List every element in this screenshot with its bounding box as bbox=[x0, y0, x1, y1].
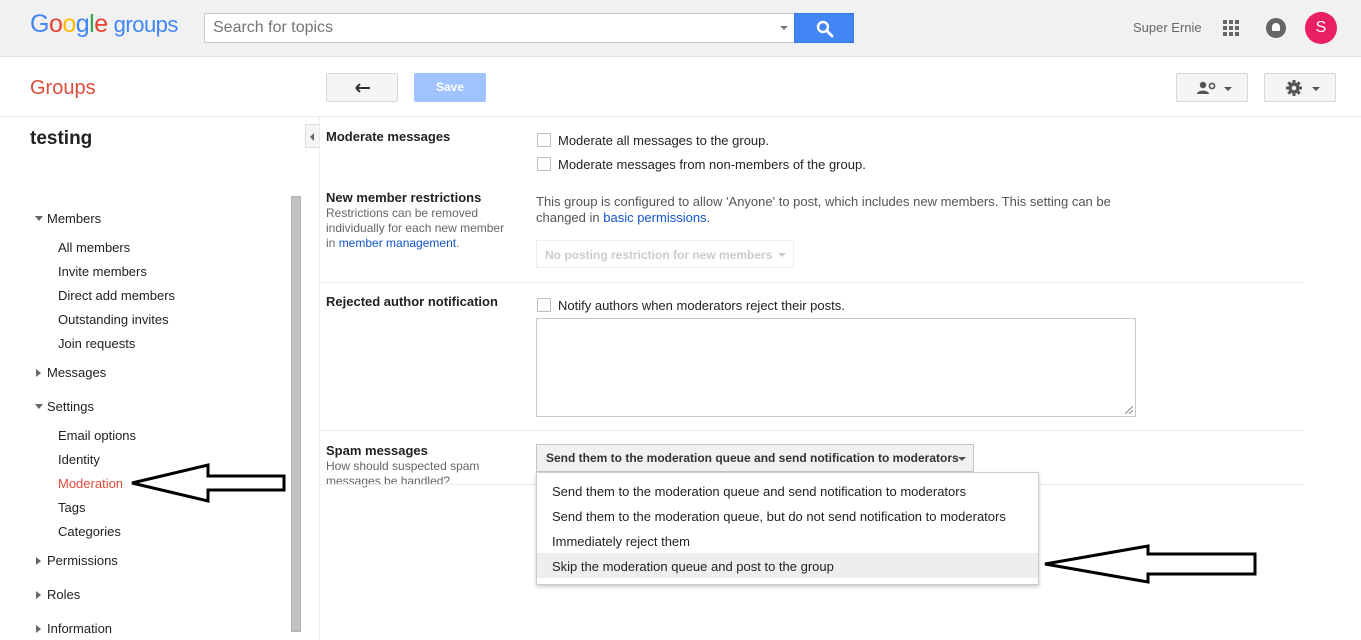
members-menu-button[interactable] bbox=[1176, 73, 1248, 102]
header-divider bbox=[0, 116, 1361, 117]
collapse-sidebar-icon[interactable] bbox=[305, 124, 319, 148]
google-groups-logo[interactable]: Google groups bbox=[30, 10, 178, 39]
sidebar-scrollbar[interactable] bbox=[291, 196, 301, 632]
save-button[interactable]: Save bbox=[414, 73, 486, 102]
moderate-all-checkbox[interactable] bbox=[537, 133, 551, 147]
new-member-restrictions-label: New member restrictions bbox=[326, 190, 482, 205]
spam-option-queue-notify[interactable]: Send them to the moderation queue and se… bbox=[537, 478, 1038, 503]
chevron-down-icon bbox=[1312, 87, 1320, 91]
sidebar-item-invite-members[interactable]: Invite members bbox=[58, 264, 147, 279]
top-bar: Googlegroups Super Ernie S bbox=[0, 0, 1361, 57]
back-button[interactable] bbox=[326, 73, 398, 102]
new-member-restrictions-description: Restrictions can be removed individually… bbox=[326, 206, 516, 251]
sidebar-section-information[interactable]: Information bbox=[30, 621, 112, 636]
member-management-link[interactable]: member management bbox=[339, 236, 456, 250]
new-member-desc-suffix: . bbox=[456, 236, 460, 250]
spam-handling-menu: Send them to the moderation queue and se… bbox=[536, 472, 1039, 585]
search-button[interactable] bbox=[794, 13, 854, 43]
chevron-down-icon bbox=[778, 253, 786, 257]
sidebar-item-categories[interactable]: Categories bbox=[58, 524, 121, 539]
spam-handling-dropdown[interactable]: Send them to the moderation queue and se… bbox=[536, 444, 974, 472]
spam-handling-selected: Send them to the moderation queue and se… bbox=[546, 451, 959, 465]
sidebar-item-tags[interactable]: Tags bbox=[58, 500, 85, 515]
sidebar-divider bbox=[319, 117, 320, 640]
sidebar-item-direct-add-members[interactable]: Direct add members bbox=[58, 288, 175, 303]
sidebar-item-all-members[interactable]: All members bbox=[58, 240, 130, 255]
annotation-arrow-left-icon bbox=[131, 463, 286, 503]
resize-handle-icon[interactable] bbox=[1125, 406, 1133, 414]
group-name[interactable]: testing bbox=[30, 128, 92, 150]
chevron-down-icon bbox=[958, 457, 966, 461]
annotation-arrow-right-icon bbox=[1044, 544, 1257, 584]
search-icon bbox=[816, 20, 834, 38]
rejected-author-label: Rejected author notification bbox=[326, 294, 498, 309]
moderate-messages-label: Moderate messages bbox=[326, 129, 451, 144]
apps-grid-icon[interactable] bbox=[1223, 20, 1239, 36]
sidebar-section-messages[interactable]: Messages bbox=[30, 365, 106, 380]
sidebar-section-permissions[interactable]: Permissions bbox=[30, 553, 118, 568]
sidebar-item-email-options[interactable]: Email options bbox=[58, 428, 136, 443]
notify-authors-label[interactable]: Notify authors when moderators reject th… bbox=[558, 298, 845, 313]
new-member-restriction-dropdown: No posting restriction for new members bbox=[536, 240, 794, 268]
moderate-all-checkbox-row[interactable]: Moderate all messages to the group. bbox=[537, 133, 769, 148]
notify-authors-checkbox-row[interactable]: Notify authors when moderators reject th… bbox=[537, 298, 845, 313]
moderate-all-label[interactable]: Moderate all messages to the group. bbox=[558, 133, 769, 148]
moderate-nonmembers-checkbox[interactable] bbox=[537, 157, 551, 171]
moderate-nonmembers-label[interactable]: Moderate messages from non-members of th… bbox=[558, 157, 866, 172]
add-person-icon bbox=[1197, 81, 1216, 94]
section-divider bbox=[320, 282, 1304, 283]
moderate-nonmembers-checkbox-row[interactable]: Moderate messages from non-members of th… bbox=[537, 157, 866, 172]
sidebar-section-settings[interactable]: Settings bbox=[30, 399, 94, 414]
new-member-info: This group is configured to allow 'Anyon… bbox=[536, 194, 1136, 226]
spam-option-reject[interactable]: Immediately reject them bbox=[537, 528, 1038, 553]
search-dropdown-caret-icon[interactable] bbox=[780, 26, 788, 30]
sidebar-item-moderation[interactable]: Moderation bbox=[58, 476, 123, 491]
groups-home-link[interactable]: Groups bbox=[30, 77, 96, 100]
gear-icon bbox=[1286, 80, 1302, 96]
avatar[interactable]: S bbox=[1305, 12, 1337, 44]
notify-authors-checkbox[interactable] bbox=[537, 298, 551, 312]
spam-option-queue-no-notify[interactable]: Send them to the moderation queue, but d… bbox=[537, 503, 1038, 528]
sidebar-item-join-requests[interactable]: Join requests bbox=[58, 336, 135, 351]
sidebar-item-outstanding-invites[interactable]: Outstanding invites bbox=[58, 312, 169, 327]
new-member-info-suffix: . bbox=[706, 210, 711, 225]
notifications-bell-icon[interactable] bbox=[1266, 18, 1286, 38]
sidebar-item-identity[interactable]: Identity bbox=[58, 452, 100, 467]
sidebar-section-roles[interactable]: Roles bbox=[30, 587, 80, 602]
basic-permissions-link[interactable]: basic permissions bbox=[603, 210, 706, 225]
rejection-message-textarea[interactable] bbox=[536, 318, 1136, 417]
chevron-down-icon bbox=[1224, 87, 1232, 91]
settings-menu-button[interactable] bbox=[1264, 73, 1336, 102]
spam-option-skip-queue[interactable]: Skip the moderation queue and post to th… bbox=[537, 553, 1038, 578]
back-arrow-icon bbox=[355, 83, 370, 93]
spam-messages-label: Spam messages bbox=[326, 443, 428, 458]
search-box bbox=[204, 13, 795, 43]
new-member-restriction-value: No posting restriction for new members bbox=[545, 248, 773, 262]
sidebar-section-members[interactable]: Members bbox=[30, 211, 101, 226]
user-name[interactable]: Super Ernie bbox=[1133, 20, 1202, 35]
search-input[interactable] bbox=[205, 14, 765, 42]
section-divider bbox=[320, 430, 1304, 431]
